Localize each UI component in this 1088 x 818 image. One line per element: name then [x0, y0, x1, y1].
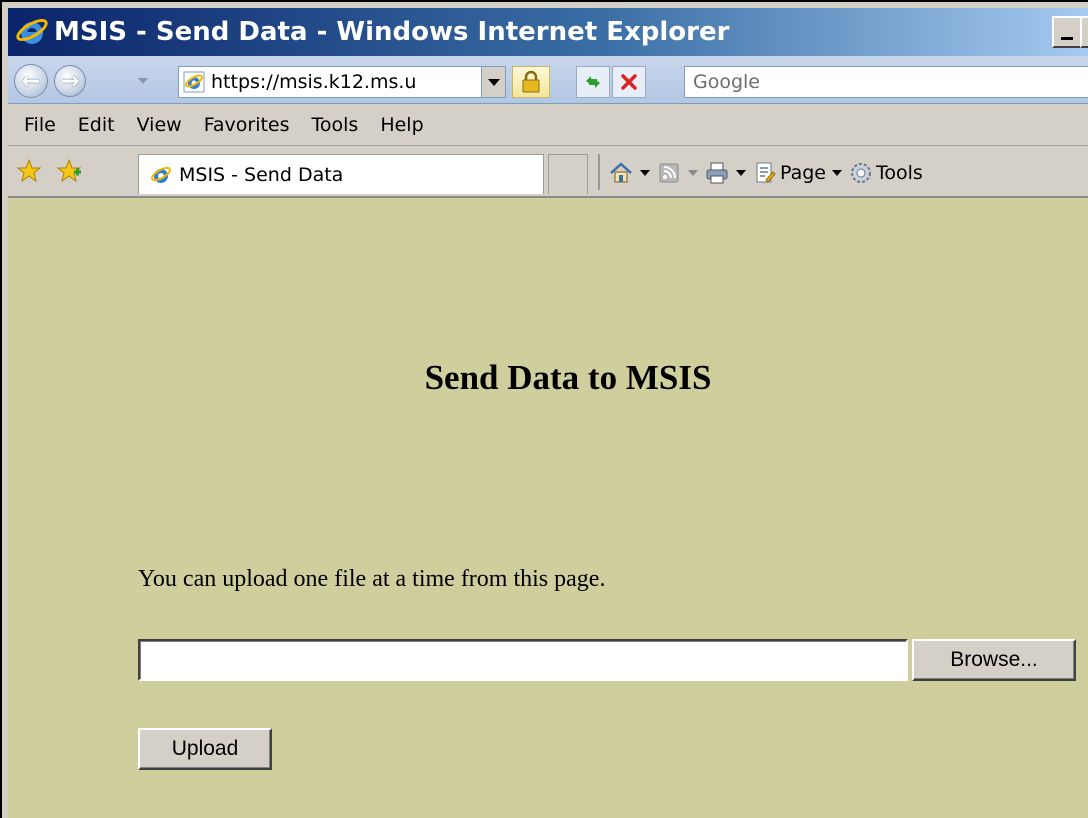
- home-dropdown[interactable]: [640, 170, 650, 176]
- forward-button[interactable]: →: [54, 65, 86, 97]
- back-icon: ←: [21, 68, 41, 94]
- menu-favorites[interactable]: Favorites: [196, 114, 298, 136]
- menu-file[interactable]: File: [16, 114, 64, 136]
- tab-title: MSIS - Send Data: [179, 163, 344, 186]
- page-title: Send Data to MSIS: [424, 358, 712, 397]
- recent-pages-dropdown[interactable]: [138, 78, 148, 84]
- address-bar[interactable]: https://msis.k12.ms.u: [178, 66, 506, 98]
- home-icon[interactable]: [608, 160, 634, 186]
- page-menu-label[interactable]: Page: [780, 162, 826, 184]
- menu-help[interactable]: Help: [372, 114, 431, 136]
- tab-command-bar: MSIS - Send Data Page Tools: [8, 146, 1088, 198]
- upload-instructions: You can upload one file at a time from t…: [138, 566, 606, 592]
- page-icon[interactable]: [752, 160, 778, 186]
- refresh-button[interactable]: [576, 66, 610, 98]
- menu-bar: File Edit View Favorites Tools Help: [8, 104, 1088, 146]
- search-input[interactable]: Google: [684, 66, 1088, 98]
- stop-icon: [621, 74, 637, 90]
- file-path-input[interactable]: [138, 639, 908, 681]
- forward-icon: →: [60, 68, 80, 94]
- page-content: Send Data to MSIS You can upload one fil…: [8, 198, 1088, 818]
- page-dropdown[interactable]: [832, 170, 842, 176]
- security-lock-button[interactable]: [512, 66, 550, 98]
- menu-edit[interactable]: Edit: [70, 114, 123, 136]
- stop-button[interactable]: [612, 66, 646, 98]
- upload-button[interactable]: Upload: [138, 728, 272, 770]
- refresh-icon: [586, 76, 600, 88]
- tools-menu-label[interactable]: Tools: [876, 162, 923, 184]
- maximize-button[interactable]: [1080, 16, 1088, 48]
- tools-gear-icon[interactable]: [848, 160, 874, 186]
- title-bar: MSIS - Send Data - Windows Internet Expl…: [8, 8, 1088, 56]
- add-favorite-icon[interactable]: [56, 158, 82, 184]
- window-title: MSIS - Send Data - Windows Internet Expl…: [54, 17, 730, 47]
- menu-tools[interactable]: Tools: [304, 114, 367, 136]
- print-icon[interactable]: [704, 160, 730, 186]
- ie-page-icon: [183, 71, 205, 93]
- new-tab-button[interactable]: [548, 154, 588, 194]
- feeds-dropdown[interactable]: [688, 170, 698, 176]
- back-button[interactable]: ←: [14, 64, 48, 98]
- browse-button[interactable]: Browse...: [912, 639, 1076, 681]
- toolbar-separator: [598, 154, 600, 190]
- lock-icon: [522, 70, 540, 93]
- search-placeholder: Google: [693, 71, 761, 93]
- tab-msis-send-data[interactable]: MSIS - Send Data: [138, 154, 544, 194]
- address-url[interactable]: https://msis.k12.ms.u: [211, 71, 473, 93]
- menu-view[interactable]: View: [129, 114, 190, 136]
- favorites-star-icon[interactable]: [16, 158, 42, 184]
- window-frame: MSIS - Send Data - Windows Internet Expl…: [8, 8, 1088, 818]
- feeds-icon[interactable]: [656, 160, 682, 186]
- ie-logo-icon: [16, 18, 48, 44]
- address-toolbar: ← → https://msis.k12.ms.u Google: [8, 56, 1088, 104]
- browser-window: MSIS - Send Data - Windows Internet Expl…: [0, 0, 1088, 818]
- ie-tab-icon: [151, 166, 171, 183]
- print-dropdown[interactable]: [736, 170, 746, 176]
- command-bar: Page Tools: [608, 156, 923, 190]
- minimize-button[interactable]: [1052, 16, 1082, 48]
- address-dropdown-button[interactable]: [481, 67, 505, 97]
